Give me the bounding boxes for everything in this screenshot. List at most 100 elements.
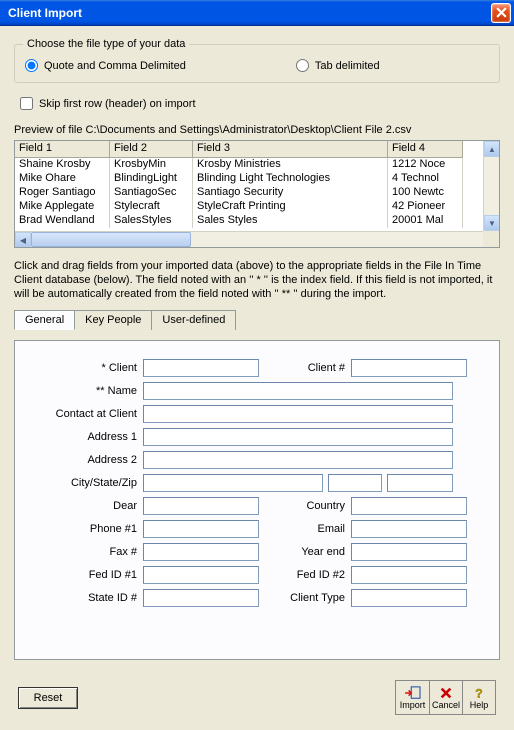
label-client: * Client [31, 362, 143, 374]
close-icon [496, 7, 507, 18]
field-email[interactable] [351, 520, 467, 538]
field-stateid[interactable] [143, 589, 259, 607]
cell[interactable]: Santiago Security [193, 186, 388, 200]
label-stateid: State ID # [31, 592, 143, 604]
radio-tab-delimited-label: Tab delimited [315, 60, 380, 72]
dialog-content: Choose the file type of your data Quote … [0, 26, 514, 730]
field-client[interactable] [143, 359, 259, 377]
general-panel: * Client Client # ** Name Contact at Cli… [15, 341, 499, 622]
skip-header-label: Skip first row (header) on import [39, 98, 196, 110]
field-zip[interactable] [387, 474, 453, 492]
table-row[interactable]: Brad Wendland SalesStyles Sales Styles 2… [15, 214, 499, 228]
label-fedid1: Fed ID #1 [31, 569, 143, 581]
cancel-button[interactable]: Cancel [429, 681, 462, 714]
table-row[interactable]: Mike Ohare BlindingLight Blinding Light … [15, 172, 499, 186]
action-buttons: Import Cancel ? Help [395, 680, 496, 715]
group-legend: Choose the file type of your data [23, 38, 189, 50]
cell[interactable]: Mike Ohare [15, 172, 110, 186]
close-button[interactable] [491, 3, 511, 23]
radio-quote-comma[interactable]: Quote and Comma Delimited [25, 59, 186, 72]
scroll-left-arrow[interactable]: ◀ [15, 232, 31, 248]
label-email: Email [259, 523, 351, 535]
cell[interactable]: BlindingLight [110, 172, 193, 186]
label-contact: Contact at Client [31, 408, 143, 420]
skip-header-checkbox[interactable] [20, 97, 33, 110]
table-row[interactable]: Roger Santiago SantiagoSec Santiago Secu… [15, 186, 499, 200]
import-icon [404, 686, 422, 700]
titlebar: Client Import [0, 0, 514, 26]
tab-key-people[interactable]: Key People [74, 310, 152, 330]
cell[interactable]: KrosbyMin [110, 158, 193, 172]
vertical-scrollbar[interactable]: ▲ ▼ [483, 141, 499, 231]
label-fedid2: Fed ID #2 [259, 569, 351, 581]
field-clienttype[interactable] [351, 589, 467, 607]
label-clienttype: Client Type [259, 592, 351, 604]
field-fax[interactable] [143, 543, 259, 561]
cell[interactable]: Sales Styles [193, 214, 388, 228]
column-header-1[interactable]: Field 1 [15, 141, 110, 158]
cell[interactable]: 100 Newtc [388, 186, 463, 200]
label-address1: Address 1 [31, 431, 143, 443]
radio-quote-comma-input[interactable] [25, 59, 38, 72]
grid-body: Shaine Krosby KrosbyMin Krosby Ministrie… [15, 158, 499, 228]
field-fedid1[interactable] [143, 566, 259, 584]
table-row[interactable]: Mike Applegate Stylecraft StyleCraft Pri… [15, 200, 499, 214]
field-address2[interactable] [143, 451, 453, 469]
cell[interactable]: Roger Santiago [15, 186, 110, 200]
column-header-2[interactable]: Field 2 [110, 141, 193, 158]
cell[interactable]: SantiagoSec [110, 186, 193, 200]
label-dear: Dear [31, 500, 143, 512]
cell[interactable]: 42 Pioneer [388, 200, 463, 214]
reset-button[interactable]: Reset [18, 687, 78, 709]
label-fax: Fax # [31, 546, 143, 558]
tab-user-defined[interactable]: User-defined [151, 310, 236, 330]
cell[interactable]: Shaine Krosby [15, 158, 110, 172]
cell[interactable]: StyleCraft Printing [193, 200, 388, 214]
help-button-label: Help [470, 700, 489, 710]
field-fedid2[interactable] [351, 566, 467, 584]
instructions-text: Click and drag fields from your imported… [14, 260, 500, 301]
cell[interactable]: Brad Wendland [15, 214, 110, 228]
radio-tab-delimited[interactable]: Tab delimited [296, 59, 380, 72]
hscroll-track[interactable] [31, 232, 483, 247]
field-client-no[interactable] [351, 359, 467, 377]
help-button[interactable]: ? Help [462, 681, 495, 714]
table-row[interactable]: Shaine Krosby KrosbyMin Krosby Ministrie… [15, 158, 499, 172]
field-address1[interactable] [143, 428, 453, 446]
cell[interactable]: SalesStyles [110, 214, 193, 228]
field-city[interactable] [143, 474, 323, 492]
field-name[interactable] [143, 382, 453, 400]
cell[interactable]: Krosby Ministries [193, 158, 388, 172]
cell[interactable]: Blinding Light Technologies [193, 172, 388, 186]
window-title: Client Import [8, 6, 491, 20]
field-phone1[interactable] [143, 520, 259, 538]
dialog-footer: Reset Import Cancel ? Help [14, 680, 500, 715]
column-header-3[interactable]: Field 3 [193, 141, 388, 158]
horizontal-scrollbar[interactable]: ◀ ▶ [15, 231, 499, 247]
radio-tab-delimited-input[interactable] [296, 59, 309, 72]
tab-panel: * Client Client # ** Name Contact at Cli… [14, 340, 500, 660]
field-country[interactable] [351, 497, 467, 515]
label-name: ** Name [31, 385, 143, 397]
field-yearend[interactable] [351, 543, 467, 561]
import-button[interactable]: Import [396, 681, 429, 714]
radio-quote-comma-label: Quote and Comma Delimited [44, 60, 186, 72]
cell[interactable]: 20001 Mal [388, 214, 463, 228]
field-state[interactable] [328, 474, 382, 492]
skip-row-check: Skip first row (header) on import [20, 97, 500, 110]
column-header-4[interactable]: Field 4 [388, 141, 463, 158]
field-dear[interactable] [143, 497, 259, 515]
tab-general[interactable]: General [14, 310, 75, 330]
label-address2: Address 2 [31, 454, 143, 466]
scroll-up-arrow[interactable]: ▲ [484, 141, 500, 157]
hscroll-thumb[interactable] [31, 232, 191, 247]
cell[interactable]: 4 Technol [388, 172, 463, 186]
scroll-down-arrow[interactable]: ▼ [484, 215, 500, 231]
field-contact[interactable] [143, 405, 453, 423]
cell[interactable]: Mike Applegate [15, 200, 110, 214]
vscroll-track[interactable] [484, 157, 499, 215]
cell[interactable]: 1212 Noce [388, 158, 463, 172]
cell[interactable]: Stylecraft [110, 200, 193, 214]
radio-row: Quote and Comma Delimited Tab delimited [25, 59, 489, 72]
skip-header-option[interactable]: Skip first row (header) on import [20, 97, 500, 110]
